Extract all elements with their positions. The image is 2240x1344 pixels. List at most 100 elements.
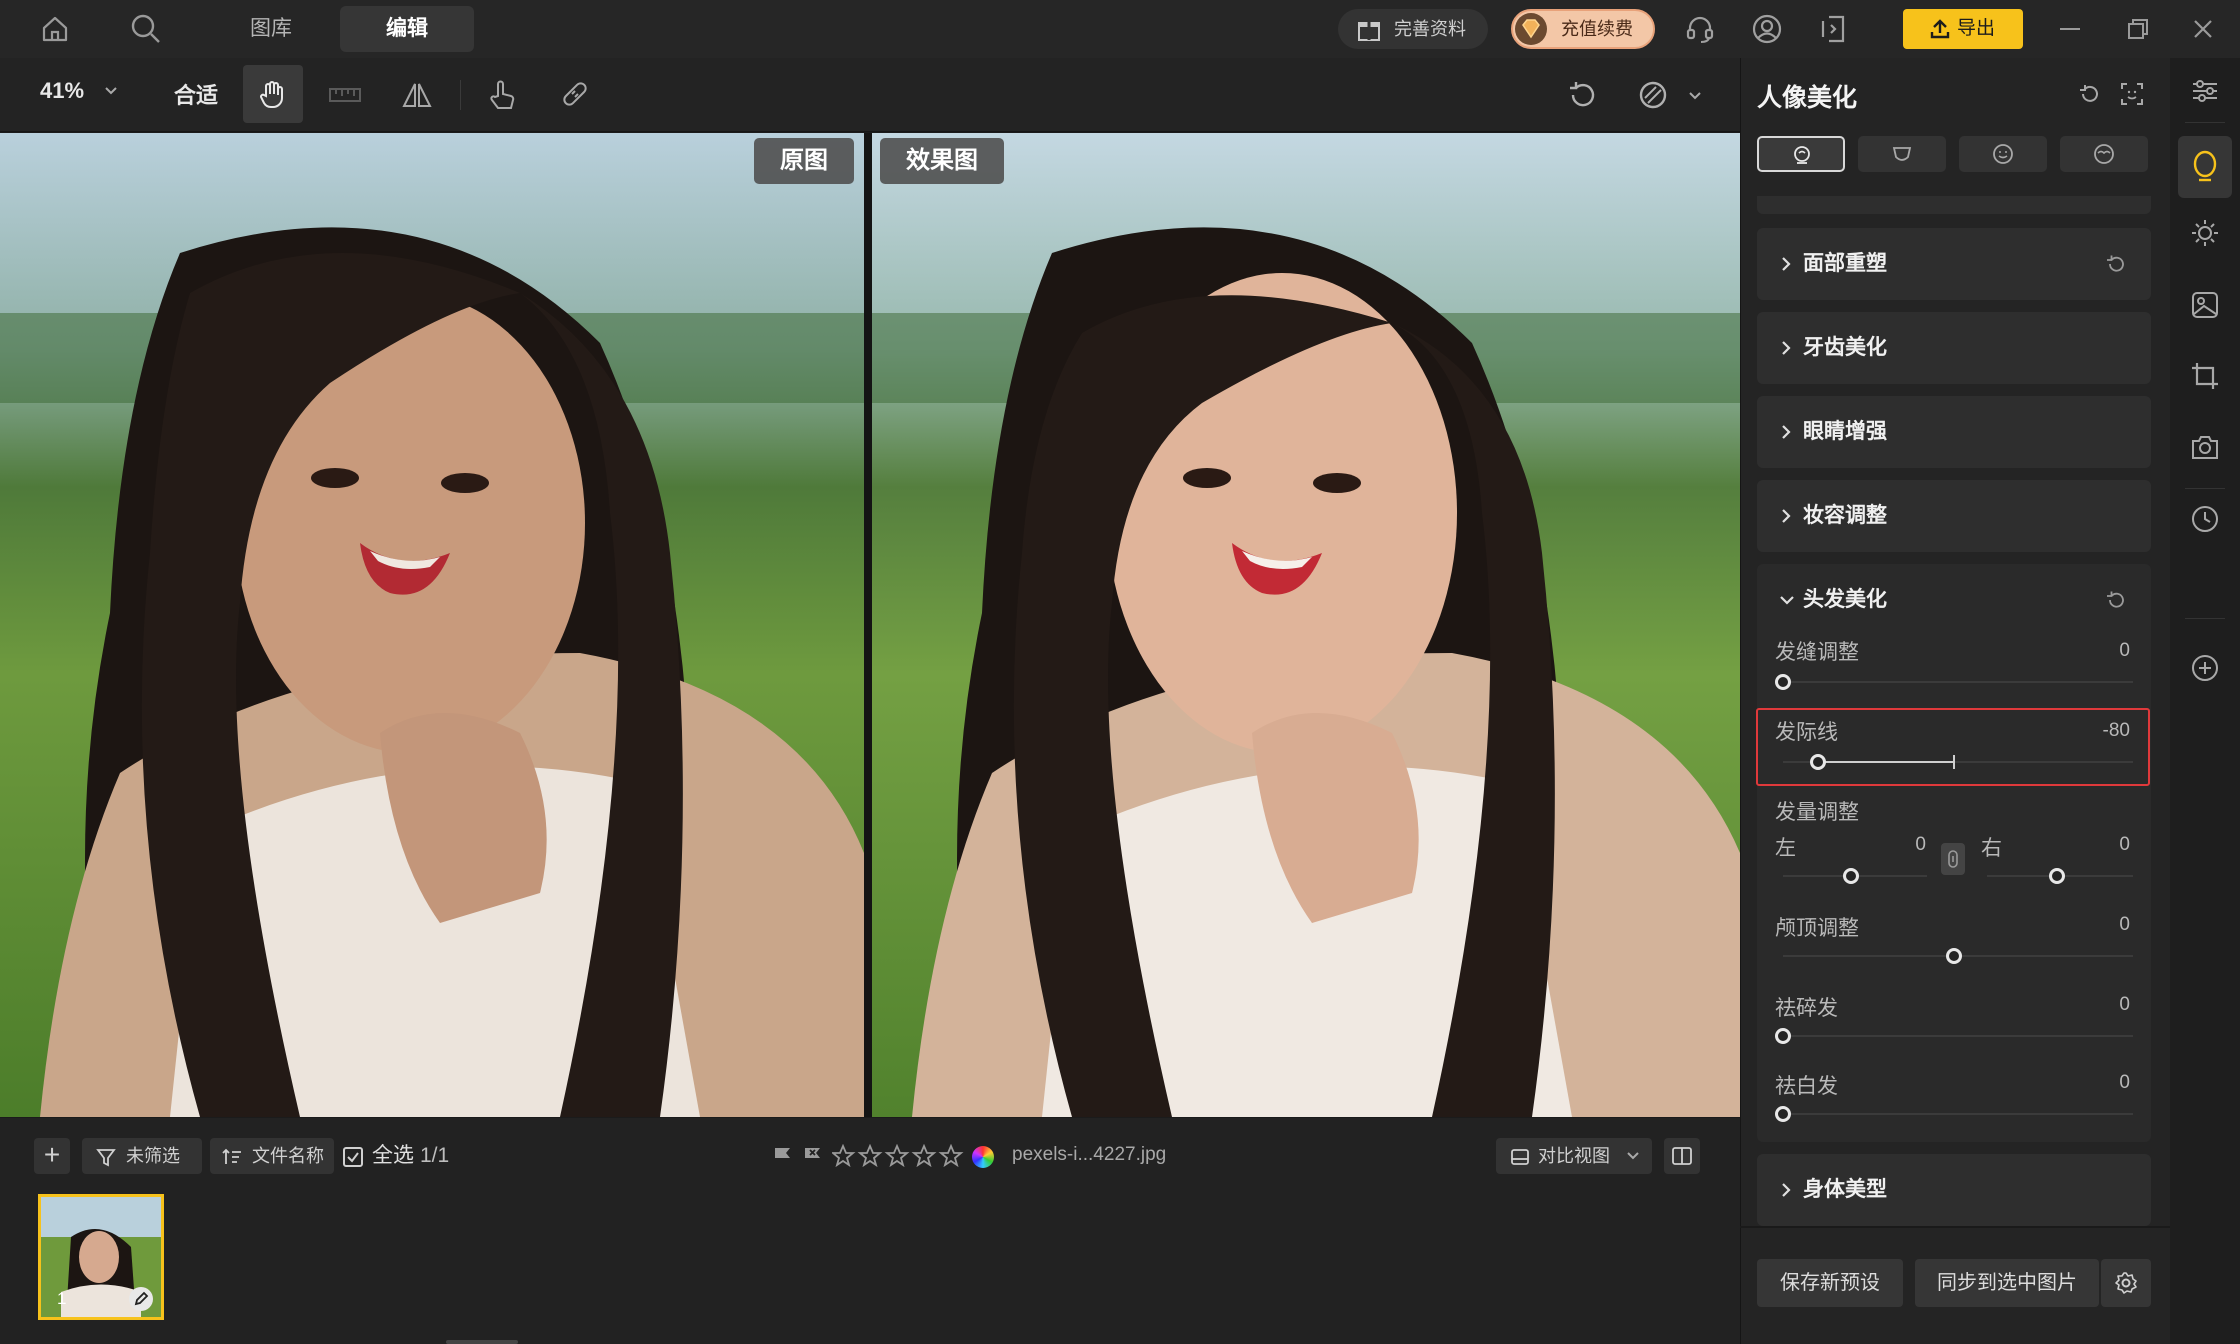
fit-button[interactable]: 合适 <box>174 78 218 110</box>
original-image[interactable] <box>0 133 864 1117</box>
face-scan-icon[interactable] <box>2120 82 2144 106</box>
section-title: 面部重塑 <box>1803 252 1887 275</box>
link-toggle-button[interactable] <box>1941 843 1965 875</box>
section-eyes[interactable]: 眼睛增强 <box>1757 396 2151 468</box>
chevron-down-icon <box>1624 1147 1642 1165</box>
effect-badge: 效果图 <box>880 138 1004 184</box>
camera-icon[interactable] <box>2190 432 2220 462</box>
thumbnail-index: 1 <box>57 1289 67 1308</box>
compare-view-icon <box>1510 1147 1530 1167</box>
star-rating[interactable] <box>830 1143 972 1173</box>
section-teeth[interactable]: 牙齿美化 <box>1757 312 2151 384</box>
tab-library[interactable]: 图库 <box>204 6 338 52</box>
reset-icon[interactable] <box>2105 253 2127 275</box>
logout-icon[interactable] <box>1817 13 1849 45</box>
compare-divider[interactable] <box>864 133 872 1117</box>
hair-crown-value: 0 <box>2119 914 2130 935</box>
sync-settings-button[interactable] <box>2101 1259 2151 1307</box>
ruler-icon[interactable] <box>328 80 362 110</box>
close-icon[interactable] <box>2191 17 2215 41</box>
compare-view-dropdown[interactable]: 对比视图 <box>1496 1138 1652 1174</box>
section-title: 头发美化 <box>1803 588 1887 611</box>
section-body[interactable]: 身体美型 <box>1757 1154 2151 1226</box>
hair-part-track[interactable] <box>1783 681 2133 683</box>
sort-icon <box>222 1147 242 1167</box>
save-preset-button[interactable]: 保存新预设 <box>1757 1259 1903 1307</box>
hair-volume-left-label: 左 <box>1775 837 1796 860</box>
sort-button[interactable]: 文件名称 <box>210 1138 334 1174</box>
effect-image[interactable] <box>872 133 1740 1117</box>
upload-icon <box>1929 18 1951 40</box>
filmstrip-scrollbar[interactable] <box>446 1340 518 1344</box>
chevron-down-icon[interactable] <box>1686 87 1704 105</box>
hair-part-knob[interactable] <box>1775 674 1791 690</box>
home-icon[interactable] <box>40 14 70 44</box>
split-view-button[interactable] <box>1664 1138 1700 1174</box>
history-clock-icon[interactable] <box>2190 504 2220 534</box>
overlay-compare-icon[interactable] <box>1636 78 1670 112</box>
export-button[interactable]: 导出 <box>1903 9 2023 49</box>
tab-edit[interactable]: 编辑 <box>340 6 474 52</box>
support-headset-icon[interactable] <box>1684 13 1716 45</box>
chevron-down-icon <box>102 82 120 100</box>
hairline-knob[interactable] <box>1810 754 1826 770</box>
add-button[interactable]: + <box>34 1138 70 1174</box>
filter-label: 未筛选 <box>126 1146 180 1166</box>
hair-volume-left-knob[interactable] <box>1843 868 1859 884</box>
color-label-icon[interactable] <box>972 1146 994 1168</box>
sliders-icon[interactable] <box>2190 76 2220 106</box>
hair-white-knob[interactable] <box>1775 1106 1791 1122</box>
subtab-mask[interactable] <box>2060 136 2148 172</box>
recharge-button[interactable]: 充值续费 <box>1511 9 1655 49</box>
zoom-dropdown[interactable]: 41% <box>40 78 117 104</box>
checkbox-icon <box>342 1146 364 1168</box>
search-icon[interactable] <box>130 13 162 45</box>
section-title: 身体美型 <box>1803 1178 1887 1201</box>
hair-volume-right-knob[interactable] <box>2049 868 2065 884</box>
filter-button[interactable]: 未筛选 <box>82 1138 202 1174</box>
reset-icon[interactable] <box>2105 589 2127 611</box>
touch-icon[interactable] <box>486 76 520 112</box>
export-label: 导出 <box>1957 18 1996 39</box>
thumbnail[interactable]: 1 <box>38 1194 164 1320</box>
reset-icon[interactable] <box>2078 82 2102 106</box>
user-icon[interactable] <box>1751 13 1783 45</box>
sort-label: 文件名称 <box>252 1146 324 1166</box>
reject-flag-icon[interactable] <box>802 1145 824 1167</box>
hair-white-label: 祛白发 <box>1775 1075 1838 1098</box>
complete-profile-button[interactable]: 完善资料 <box>1338 9 1488 49</box>
sync-to-selected-button[interactable]: 同步到选中图片 <box>1915 1259 2099 1307</box>
minimize-icon[interactable] <box>2060 28 2080 30</box>
section-face-reshape[interactable]: 面部重塑 <box>1757 228 2151 300</box>
subtab-head[interactable] <box>1757 136 1845 172</box>
bandage-icon[interactable] <box>558 77 592 111</box>
hair-flyaway-knob[interactable] <box>1775 1028 1791 1044</box>
image-adjust-icon[interactable] <box>2190 290 2220 320</box>
chevron-right-icon <box>1777 338 1795 358</box>
add-circle-icon[interactable] <box>2190 653 2220 683</box>
flag-icon[interactable] <box>772 1145 794 1167</box>
sun-icon[interactable] <box>2190 218 2220 248</box>
section-hair-header[interactable]: 头发美化 <box>1757 564 2151 636</box>
hair-white-track[interactable] <box>1783 1113 2133 1115</box>
filter-icon <box>96 1147 116 1167</box>
panel-footer-divider <box>1740 1226 2170 1228</box>
hair-crown-knob[interactable] <box>1946 948 1962 964</box>
hair-volume-label: 发量调整 <box>1775 801 1859 824</box>
hair-part-value: 0 <box>2119 640 2130 661</box>
hair-flyaway-track[interactable] <box>1783 1035 2133 1037</box>
rail-divider <box>2185 618 2225 619</box>
restore-icon[interactable] <box>2126 17 2150 41</box>
portrait-tool-button[interactable] <box>2178 136 2232 198</box>
subtab-face[interactable] <box>1959 136 2047 172</box>
crop-icon[interactable] <box>2190 361 2220 391</box>
rotate-icon[interactable] <box>1566 78 1600 112</box>
section-makeup[interactable]: 妆容调整 <box>1757 480 2151 552</box>
file-name: pexels-i...4227.jpg <box>1012 1144 1167 1165</box>
tool-bar: 41% 合适 <box>0 58 1740 132</box>
hand-tool-button[interactable] <box>243 65 303 123</box>
subtab-jaw[interactable] <box>1858 136 1946 172</box>
flip-horizontal-icon[interactable] <box>400 78 434 112</box>
filmstrip-bar: + 未筛选 文件名称 全选 1/1 pexels-i...4227.jpg 对比… <box>0 1118 1740 1344</box>
hair-flyaway-value: 0 <box>2119 994 2130 1015</box>
